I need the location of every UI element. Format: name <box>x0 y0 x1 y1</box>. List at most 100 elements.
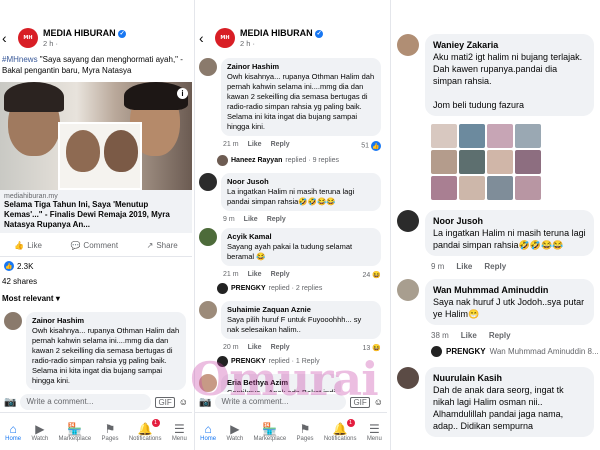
commenter-name[interactable]: Acyik Kamal <box>227 232 375 242</box>
avatar[interactable] <box>199 58 217 76</box>
tab-pages[interactable]: ⚑ Pages <box>297 422 314 442</box>
page-name[interactable]: MEDIA HIBURAN <box>240 28 313 38</box>
commenter-name[interactable]: Wan Muhmmad Aminuddin <box>433 284 586 296</box>
like-button[interactable]: 👍 Like <box>14 241 42 250</box>
avatar <box>431 346 442 357</box>
tab-notifications[interactable]: 🔔 1 Notifications <box>324 418 357 442</box>
reaction-summary[interactable]: 👍 2.3K <box>0 257 192 275</box>
tab-home[interactable]: ⌂ Home <box>200 422 216 442</box>
back-arrow-icon[interactable]: ‹ <box>2 30 14 46</box>
link-title: Selama Tiga Tahun Ini, Saya 'Menutup Kem… <box>4 200 170 229</box>
commenter-name[interactable]: Zainor Hashim <box>227 62 375 72</box>
comment-bubble[interactable]: Noor Jusoh La ingatkan Halim ni masih te… <box>425 210 594 256</box>
comment-like-link[interactable]: Like <box>248 271 262 279</box>
comment-bubble[interactable]: Suhaimie Zaquan Aznie Saya pilih huruf F… <box>221 301 381 339</box>
avatar[interactable] <box>397 279 419 301</box>
comment-bubble[interactable]: Acyik Kamal Sayang ayah pakai la tudung … <box>221 228 381 266</box>
page-name[interactable]: MEDIA HIBURAN <box>43 28 116 38</box>
verified-icon: ✓ <box>315 30 324 38</box>
commenter-name[interactable]: Suhaimie Zaquan Aznie <box>227 305 375 315</box>
comment-bubble[interactable]: Nuurulain Kasih Dah de anak dara seorg, … <box>425 367 594 437</box>
page-logo[interactable]: MH <box>18 28 38 48</box>
commenter-name[interactable]: Noor Jusoh <box>227 177 375 187</box>
comment-bubble[interactable]: Zainor Hashim Owh kisahnya... rupanya Ot… <box>221 58 381 136</box>
comment-like-link[interactable]: Like <box>456 262 472 271</box>
tab-pages[interactable]: ⚑ Pages <box>102 422 119 442</box>
reaction-count[interactable]: 24 <box>363 272 371 279</box>
reaction-count[interactable]: 51 <box>361 143 369 150</box>
comment-reply-link[interactable]: Reply <box>271 344 290 352</box>
camera-icon[interactable]: 📷 <box>199 397 211 408</box>
commenter-name[interactable]: Noor Jusoh <box>433 215 586 227</box>
reply-summary[interactable]: PRENGKY replied · 1 Reply <box>195 354 387 371</box>
comment-like-link[interactable]: Like <box>248 141 262 151</box>
comment-icon: 💬 <box>70 241 81 250</box>
tab-watch[interactable]: ▶ Watch <box>226 422 243 442</box>
comment-reply-link[interactable]: Reply <box>489 331 511 340</box>
tab-notifications[interactable]: 🔔 1 Notifications <box>129 418 162 442</box>
tab-watch[interactable]: ▶ Watch <box>31 422 48 442</box>
emoji-icon[interactable]: ☺ <box>374 397 383 407</box>
tab-home[interactable]: ⌂ Home <box>5 422 21 442</box>
comment-reply-link[interactable]: Reply <box>271 271 290 279</box>
comment-meta: 21 m Like Reply 24 😆 <box>223 271 381 279</box>
reply-summary[interactable]: Haneez Rayyan replied · 9 replies <box>195 153 387 170</box>
comment-text: Owh kisahnya... rupanya Othman Halim dah… <box>32 326 180 385</box>
comment-text: La ingatkan Halim ni masih teruna lagi p… <box>433 228 586 250</box>
info-icon[interactable]: i <box>177 88 188 99</box>
commenter-name[interactable]: Eria Bethya Azim <box>227 378 335 388</box>
comment-reply-link[interactable]: Reply <box>271 141 290 151</box>
comment-bubble[interactable]: Zainor Hashim Owh kisahnya... rupanya Ot… <box>26 312 186 390</box>
tab-menu[interactable]: ☰ Menu <box>172 422 187 442</box>
avatar[interactable] <box>199 374 217 392</box>
avatar[interactable] <box>397 367 419 389</box>
page-logo[interactable]: MH <box>215 28 235 48</box>
gif-button[interactable]: GIF <box>350 396 370 408</box>
commenter-name[interactable]: Waniey Zakaria <box>433 39 586 51</box>
reply-count: replied · 2 replies <box>268 285 323 292</box>
commenter-name[interactable]: Zainor Hashim <box>32 316 180 326</box>
avatar[interactable] <box>199 228 217 246</box>
comment-bubble[interactable]: Waniey Zakaria Aku mati2 igt halim ni bu… <box>425 34 594 116</box>
commenter-name[interactable]: Nuurulain Kasih <box>433 372 586 384</box>
tab-menu[interactable]: ☰ Menu <box>367 422 382 442</box>
comment-reply-link[interactable]: Reply <box>484 262 506 271</box>
reaction-count[interactable]: 13 <box>363 345 371 352</box>
comment-button[interactable]: 💬 Comment <box>70 241 118 250</box>
avatar[interactable] <box>199 173 217 191</box>
comment-bubble[interactable]: Noor Jusoh La ingatkan Halim ni masih te… <box>221 173 381 211</box>
marketplace-icon: 🏪 <box>262 421 278 436</box>
home-icon: ⌂ <box>9 421 17 436</box>
post-image[interactable]: i <box>0 82 192 190</box>
comment-bubble[interactable]: Wan Muhmmad Aminuddin Saya nak huruf J u… <box>425 279 594 325</box>
attached-photo-grid[interactable] <box>431 124 600 200</box>
reply-summary[interactable]: PRENGKY replied · 2 replies <box>195 281 387 298</box>
comment-time: 21 m <box>223 271 239 278</box>
comment-input[interactable]: Write a comment... <box>20 394 152 410</box>
comment-like-link[interactable]: Like <box>248 344 262 352</box>
hashtag[interactable]: #MHnews <box>2 55 38 64</box>
comment-like-link[interactable]: Like <box>244 216 258 223</box>
avatar <box>217 356 228 367</box>
comment-input[interactable]: Write a comment... <box>215 394 347 410</box>
link-preview[interactable]: mediahiburan.my Selama Tiga Tahun Ini, S… <box>0 190 192 233</box>
share-count[interactable]: 42 shares <box>0 275 192 288</box>
avatar[interactable] <box>397 34 419 56</box>
comment-reply-link[interactable]: Reply <box>267 216 286 223</box>
back-arrow-icon[interactable]: ‹ <box>199 30 211 46</box>
gif-button[interactable]: GIF <box>155 396 175 408</box>
camera-icon[interactable]: 📷 <box>4 397 16 408</box>
comment-like-link[interactable]: Like <box>461 331 477 340</box>
avatar[interactable] <box>4 312 22 330</box>
emoji-icon[interactable]: ☺ <box>179 397 188 407</box>
tab-marketplace[interactable]: 🏪 Marketplace <box>59 422 92 442</box>
comment-sort[interactable]: Most relevant ▾ <box>0 288 192 309</box>
replier-name: Haneez Rayyan <box>231 157 283 164</box>
post-panel: ‹ MH MEDIA HIBURAN ✓ 2 h · #MHnews "Saya… <box>0 0 192 450</box>
avatar[interactable] <box>397 210 419 232</box>
post-header: ‹ MH MEDIA HIBURAN ✓ 2 h · <box>0 0 192 50</box>
avatar[interactable] <box>199 301 217 319</box>
reply-summary[interactable]: PRENGKY Wan Muhmmad Aminuddin 8... <box>391 344 600 363</box>
tab-marketplace[interactable]: 🏪 Marketplace <box>254 422 287 442</box>
share-button[interactable]: ↗ Share <box>147 241 178 250</box>
